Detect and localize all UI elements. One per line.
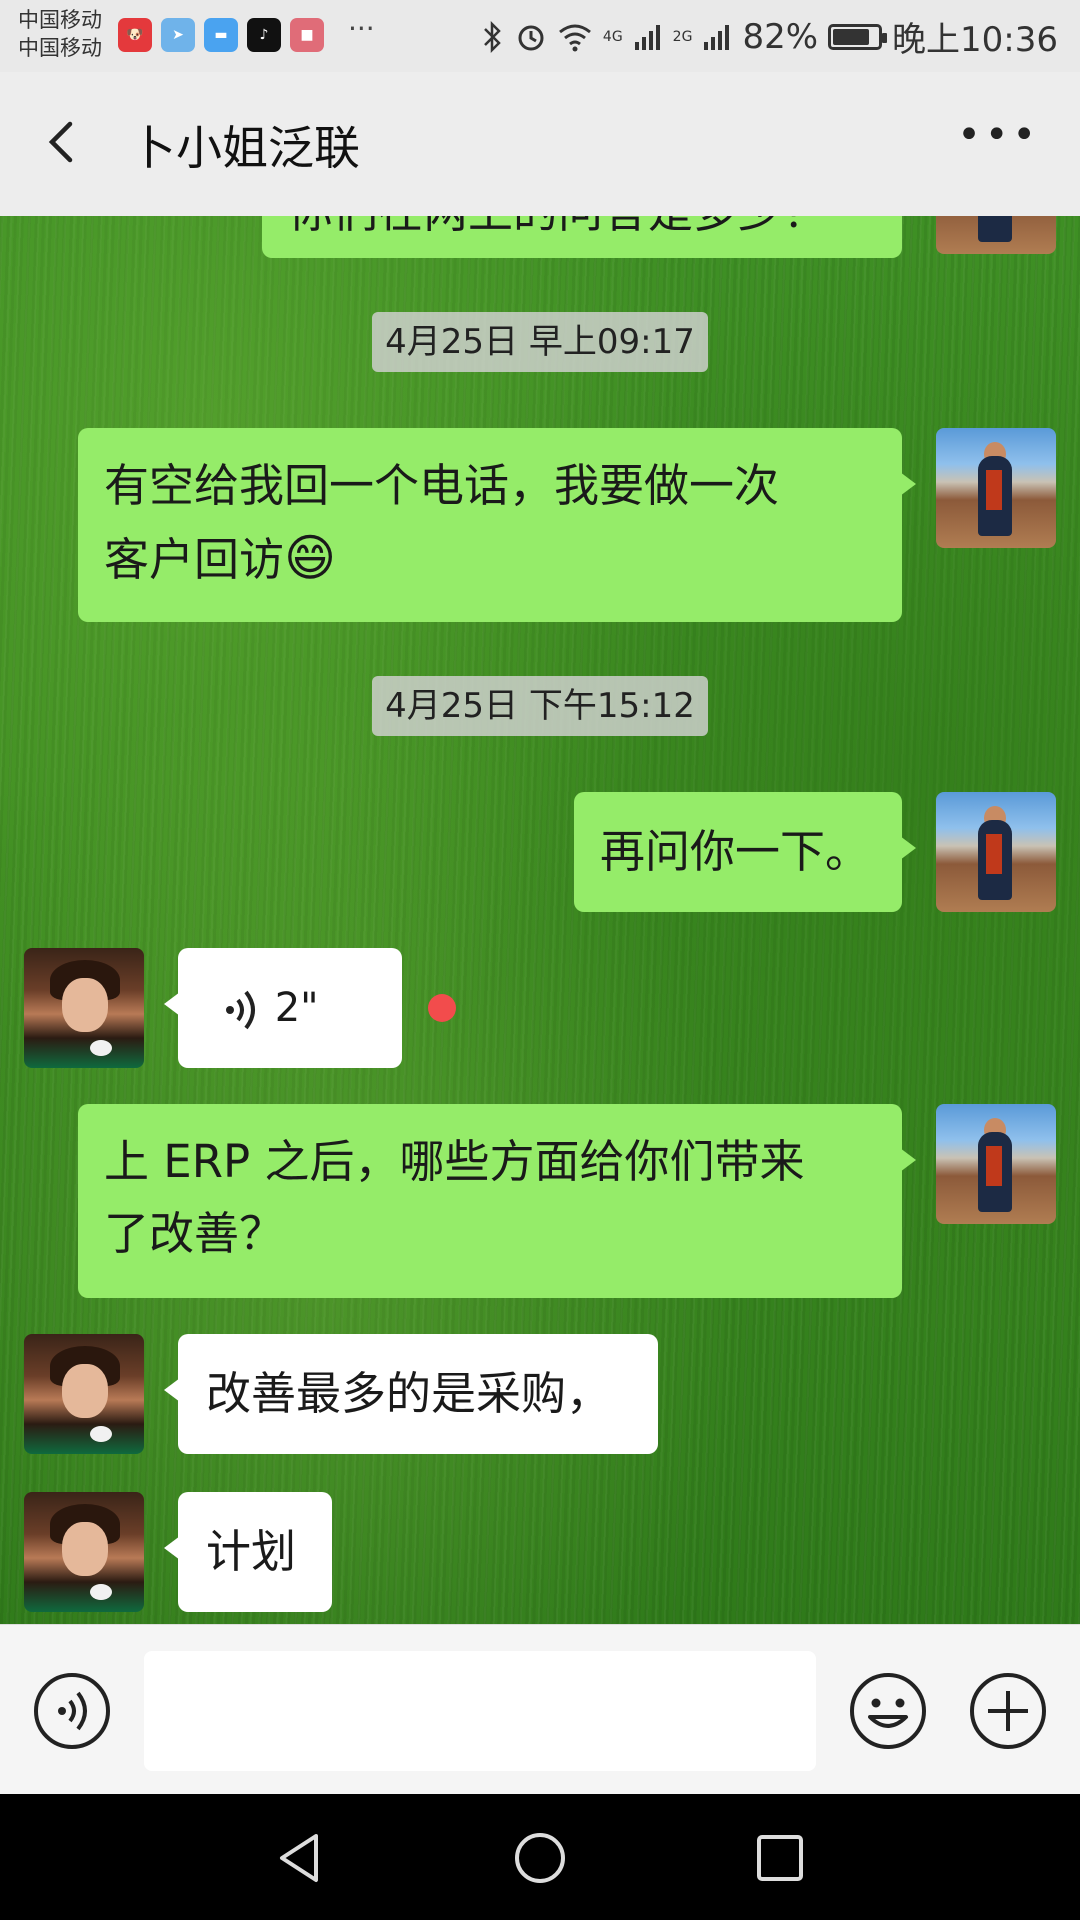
avatar-me[interactable] bbox=[936, 1104, 1056, 1224]
network-type-1: 4G bbox=[602, 28, 623, 45]
message-text: 计划 bbox=[206, 1525, 297, 1578]
message-bubble-me[interactable]: 你们在两上的问答是多少？ bbox=[262, 216, 902, 258]
message-line: 有空给我回一个电话，我要做一次 bbox=[104, 459, 780, 512]
signal-icon-1 bbox=[634, 24, 660, 50]
voice-input-icon[interactable] bbox=[32, 1671, 112, 1751]
avatar-me[interactable] bbox=[936, 216, 1056, 254]
status-bar: 中国移动 中国移动 🐶 ➤ ▬ ♪ ■ ··· 4G 2G 82% 晚上10:3… bbox=[0, 0, 1080, 72]
network-type-2: 2G bbox=[672, 28, 693, 45]
app-icon: ■ bbox=[290, 18, 324, 52]
message-bubble-me[interactable]: 上 ERP 之后，哪些方面给你们带来 了改善？ bbox=[78, 1104, 916, 1298]
avatar-contact[interactable] bbox=[24, 948, 144, 1068]
message-line: 了改善？ bbox=[104, 1207, 285, 1260]
more-notifications-icon: ··· bbox=[348, 12, 375, 45]
battery-percent: 82% bbox=[742, 16, 819, 57]
message-text: 改善最多的是采购， bbox=[206, 1367, 612, 1420]
avatar-contact[interactable] bbox=[24, 1334, 144, 1454]
message-line: 客户回访 bbox=[104, 533, 285, 586]
chat-header: 卜小姐泛联 ••• bbox=[0, 72, 1080, 216]
message-bubble-contact[interactable]: 计划 bbox=[164, 1492, 332, 1612]
message-bubble-me[interactable]: 有空给我回一个电话，我要做一次 客户回访😄 bbox=[78, 428, 916, 622]
message-line: 上 ERP 之后，哪些方面给你们带来 bbox=[104, 1135, 805, 1188]
message-input[interactable] bbox=[144, 1651, 816, 1771]
avatar-me[interactable] bbox=[936, 792, 1056, 912]
avatar-me[interactable] bbox=[936, 428, 1056, 548]
nav-home-icon[interactable] bbox=[512, 1830, 568, 1886]
signal-icon-2 bbox=[704, 24, 730, 50]
voice-duration: 2" bbox=[274, 985, 319, 1031]
battery-icon bbox=[828, 23, 888, 50]
voice-wave-icon bbox=[226, 990, 255, 1030]
message-text: 再问你一下。 bbox=[600, 825, 871, 878]
unread-voice-dot bbox=[428, 994, 456, 1022]
alarm-icon bbox=[518, 25, 544, 50]
notification-app-icons: 🐶 ➤ ▬ ♪ ■ bbox=[118, 18, 324, 52]
avatar-contact[interactable] bbox=[24, 1492, 144, 1612]
message-line-2: 客户回访😄 bbox=[104, 522, 876, 596]
jd-icon: 🐶 bbox=[118, 18, 152, 52]
carrier-2: 中国移动 bbox=[18, 36, 102, 60]
message-bubble-contact[interactable]: 改善最多的是采购， bbox=[164, 1334, 658, 1454]
timestamp: 4月25日 下午15:12 bbox=[372, 676, 708, 736]
nav-recents-icon[interactable] bbox=[752, 1830, 808, 1886]
nav-back-icon[interactable] bbox=[272, 1830, 328, 1886]
message-bubble-me[interactable]: 再问你一下。 bbox=[574, 792, 916, 912]
status-indicators: 4G 2G 82% 晚上10:36 bbox=[481, 12, 1058, 61]
voice-message-bubble[interactable]: 2" bbox=[164, 948, 402, 1068]
clock: 晚上10:36 bbox=[892, 20, 1058, 60]
more-dots-icon[interactable]: ••• bbox=[957, 112, 1040, 158]
system-nav-bar bbox=[0, 1794, 1080, 1920]
plus-icon[interactable] bbox=[968, 1671, 1048, 1751]
message-text: 你们在两上的问答是多少？ bbox=[288, 216, 828, 238]
chat-title: 卜小姐泛联 bbox=[130, 121, 360, 175]
emoji-icon[interactable] bbox=[848, 1671, 928, 1751]
input-bar bbox=[0, 1624, 1080, 1795]
chat-icon: ▬ bbox=[204, 18, 238, 52]
carrier-1: 中国移动 bbox=[18, 8, 102, 32]
wifi-icon bbox=[558, 24, 591, 51]
bluetooth-icon bbox=[484, 20, 501, 53]
send-icon: ➤ bbox=[161, 18, 195, 52]
grinning-emoji: 😄 bbox=[284, 529, 337, 587]
chat-messages[interactable]: 你们在两上的问答是多少？ 4月25日 早上09:17 有空给我回一个电话，我要做… bbox=[0, 216, 1080, 1624]
timestamp: 4月25日 早上09:17 bbox=[372, 312, 708, 372]
tiktok-icon: ♪ bbox=[247, 18, 281, 52]
carrier-labels: 中国移动 中国移动 bbox=[18, 6, 102, 62]
chevron-left-icon[interactable] bbox=[36, 112, 96, 172]
battery-fill bbox=[833, 28, 870, 45]
